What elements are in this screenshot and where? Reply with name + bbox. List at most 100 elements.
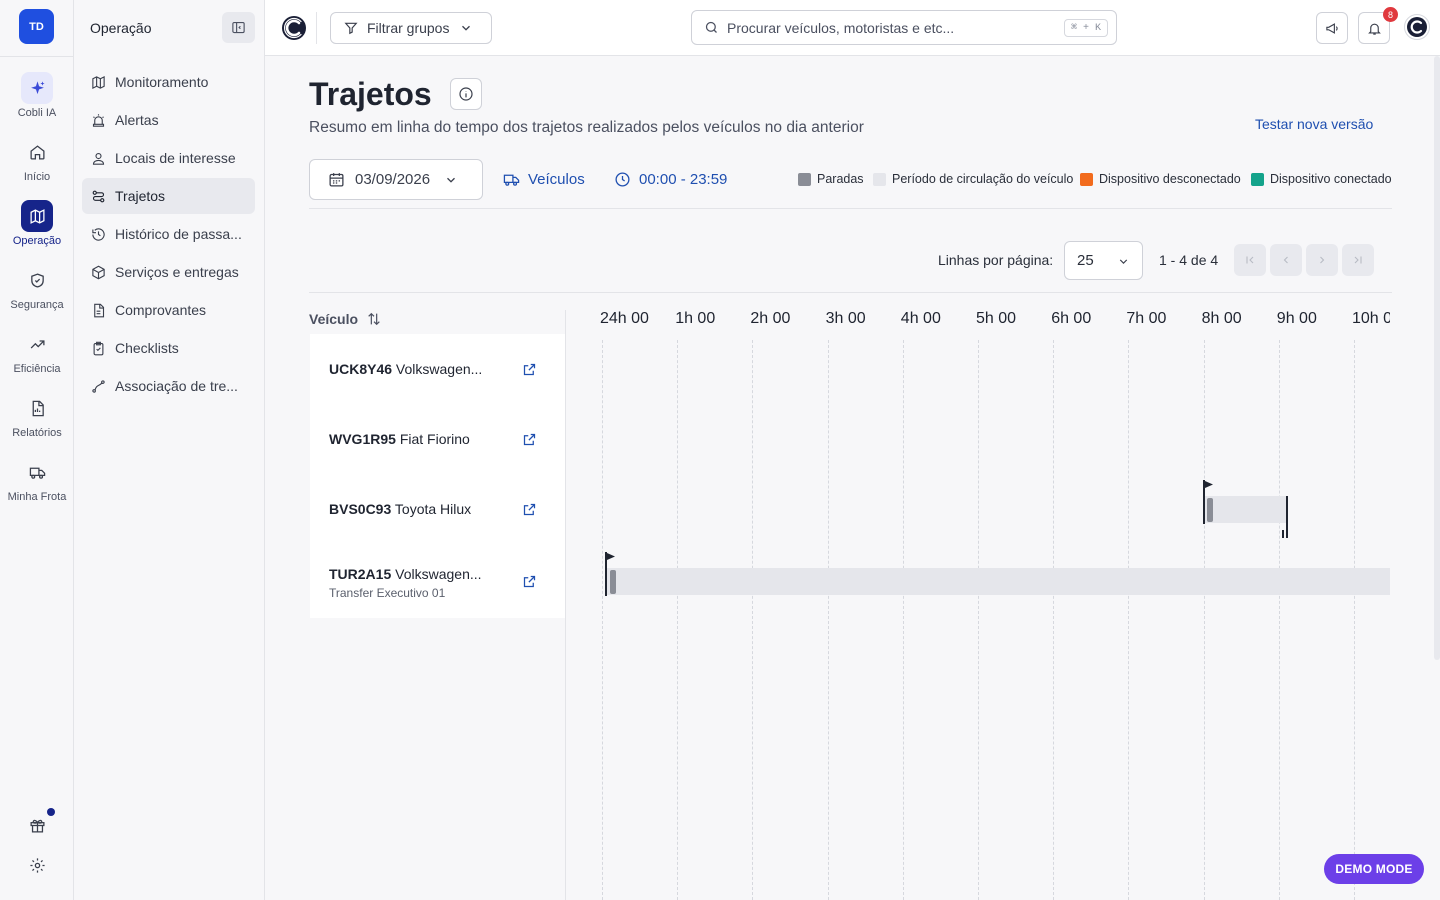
vehicle-plate: WVG1R95 (329, 431, 396, 447)
hour-label: 10h 00 (1352, 310, 1390, 327)
hour-grid-line (1053, 340, 1055, 900)
box-icon (92, 265, 105, 279)
rail-item-eficiencia[interactable]: Eficiência (0, 328, 74, 375)
sidebar-item-monitoramento[interactable]: Monitoramento (82, 64, 255, 100)
sidebar-item-locais[interactable]: Locais de interesse (82, 140, 255, 176)
siren-icon (92, 113, 105, 127)
sidebar-item-servicos[interactable]: Serviços e entregas (82, 254, 255, 290)
gift-button[interactable] (0, 817, 74, 834)
vehicle-plate: BVS0C93 (329, 501, 392, 517)
time-range-label: 00:00 - 23:59 (639, 171, 728, 188)
legend-label: Dispositivo conectado (1270, 172, 1392, 186)
home-icon (21, 136, 53, 168)
sidebar-item-label: Associação de tre... (115, 378, 238, 394)
filter-groups-label: Filtrar grupos (367, 20, 450, 36)
filter-groups-button[interactable]: Filtrar grupos (330, 12, 492, 44)
rail-label: Operação (12, 235, 62, 247)
trip-bar[interactable] (1203, 496, 1287, 523)
stop-marker[interactable] (609, 570, 616, 594)
table-row[interactable]: WVG1R95 Fiat Fiorino (310, 404, 565, 474)
chevron-down-icon (1119, 259, 1128, 264)
table-row[interactable]: TUR2A15 Volkswagen... Transfer Executivo… (310, 546, 565, 616)
next-page-button[interactable] (1306, 244, 1338, 276)
legend-swatch (1251, 172, 1264, 186)
chevron-right-icon (1320, 256, 1325, 264)
rail-item-relatorios[interactable]: Relatórios (0, 392, 74, 439)
table-row[interactable]: BVS0C93 Toyota Hilux (310, 474, 565, 544)
rail-label: Cobli IA (17, 107, 57, 119)
hour-label: 6h 00 (1051, 310, 1092, 327)
report-icon (21, 392, 53, 424)
notifications-badge: 8 (1383, 7, 1398, 22)
account-avatar[interactable]: TD (19, 9, 54, 44)
rail-item-inicio[interactable]: Início (0, 136, 74, 183)
rows-per-page-select[interactable]: 25 (1064, 241, 1143, 280)
vehicle-model: Toyota Hilux (394, 501, 472, 517)
vehicle-plate: UCK8Y46 (329, 361, 393, 377)
external-link-icon[interactable] (522, 362, 537, 377)
info-button[interactable] (450, 78, 482, 110)
page-subtitle: Resumo em linha do tempo dos trajetos re… (309, 119, 864, 136)
clipboard-icon (93, 341, 104, 355)
shield-icon (21, 264, 53, 296)
demo-mode-button[interactable]: DEMO MODE (1324, 854, 1424, 884)
try-new-version-link[interactable]: Testar nova versão (1255, 116, 1373, 132)
cobli-logo-icon[interactable] (281, 15, 307, 41)
map-icon (21, 200, 53, 232)
global-search[interactable]: ⌘ + K (691, 10, 1117, 45)
hour-label: 1h 00 (675, 310, 716, 327)
external-link-icon[interactable] (522, 574, 537, 589)
rail-item-seguranca[interactable]: Segurança (0, 264, 74, 311)
hour-label: 24h 00 (600, 310, 649, 327)
sidebar-item-checklists[interactable]: Checklists (82, 330, 255, 366)
section-sidebar: Operação Monitoramento Alertas Locais de… (74, 0, 265, 900)
sidebar-title: Operação (90, 20, 152, 36)
trend-up-icon (21, 328, 53, 360)
trips-timeline: 24h 00 1h 00 2h 00 3h 00 4h 00 5h 00 6h 00 7h 0… (566, 296, 1390, 900)
last-page-button[interactable] (1342, 244, 1374, 276)
table-row[interactable]: UCK8Y46 Volkswagen... (310, 334, 565, 404)
announcements-button[interactable] (1316, 12, 1348, 44)
time-range-link[interactable]: 00:00 - 23:59 (614, 171, 727, 188)
hour-label: 3h 00 (825, 310, 866, 327)
rail-item-operacao[interactable]: Operação (0, 200, 74, 247)
trip-bar[interactable] (605, 568, 1390, 595)
first-page-button[interactable] (1234, 244, 1266, 276)
legend-item-connected: Dispositivo conectado (1251, 172, 1392, 186)
sidebar-item-comprovantes[interactable]: Comprovantes (82, 292, 255, 328)
vehicles-filter-label: Veículos (528, 171, 585, 188)
sidebar-item-associacao[interactable]: Associação de tre... (82, 368, 255, 404)
previous-page-button[interactable] (1270, 244, 1302, 276)
gift-icon (29, 819, 45, 833)
external-link-icon[interactable] (522, 432, 537, 447)
vehicle-column-header[interactable]: Veículo (309, 311, 382, 327)
settings-button[interactable] (0, 857, 74, 874)
vehicle-name: UCK8Y46 Volkswagen... (329, 361, 504, 377)
rows-per-page-value: 25 (1077, 252, 1094, 269)
chevrons-right-icon (1354, 256, 1362, 264)
legend-item-stops: Paradas (798, 172, 864, 186)
sidebar-item-trajetos[interactable]: Trajetos (82, 178, 255, 214)
rail-item-cobli-ia[interactable]: Cobli IA (0, 72, 74, 119)
person-pin-icon (92, 152, 105, 165)
vehicles-filter-link[interactable]: Veículos (503, 171, 585, 188)
vertical-scrollbar[interactable] (1434, 56, 1440, 660)
legend-label: Dispositivo desconectado (1099, 172, 1241, 186)
stop-marker[interactable] (1207, 498, 1214, 522)
rail-item-minha-frota[interactable]: Minha Frota (0, 456, 74, 503)
topbar-divider (316, 12, 317, 44)
chevron-left-icon (1283, 256, 1288, 264)
sidebar-item-alertas[interactable]: Alertas (82, 102, 255, 138)
sidebar-item-label: Histórico de passa... (115, 226, 242, 242)
rail-label: Minha Frota (7, 491, 67, 503)
hour-label: 4h 00 (900, 310, 941, 327)
date-picker[interactable]: 03/09/2026 (309, 159, 483, 200)
external-link-icon[interactable] (522, 502, 537, 517)
collapse-sidebar-button[interactable] (222, 12, 255, 43)
vehicle-name: WVG1R95 Fiat Fiorino (329, 431, 504, 447)
sidebar-item-historico[interactable]: Histórico de passa... (82, 216, 255, 252)
hour-label: 9h 00 (1276, 310, 1317, 327)
user-avatar[interactable] (1404, 14, 1430, 40)
search-input[interactable] (727, 19, 1047, 36)
top-bar: Filtrar grupos ⌘ + K 8 (265, 0, 1440, 56)
